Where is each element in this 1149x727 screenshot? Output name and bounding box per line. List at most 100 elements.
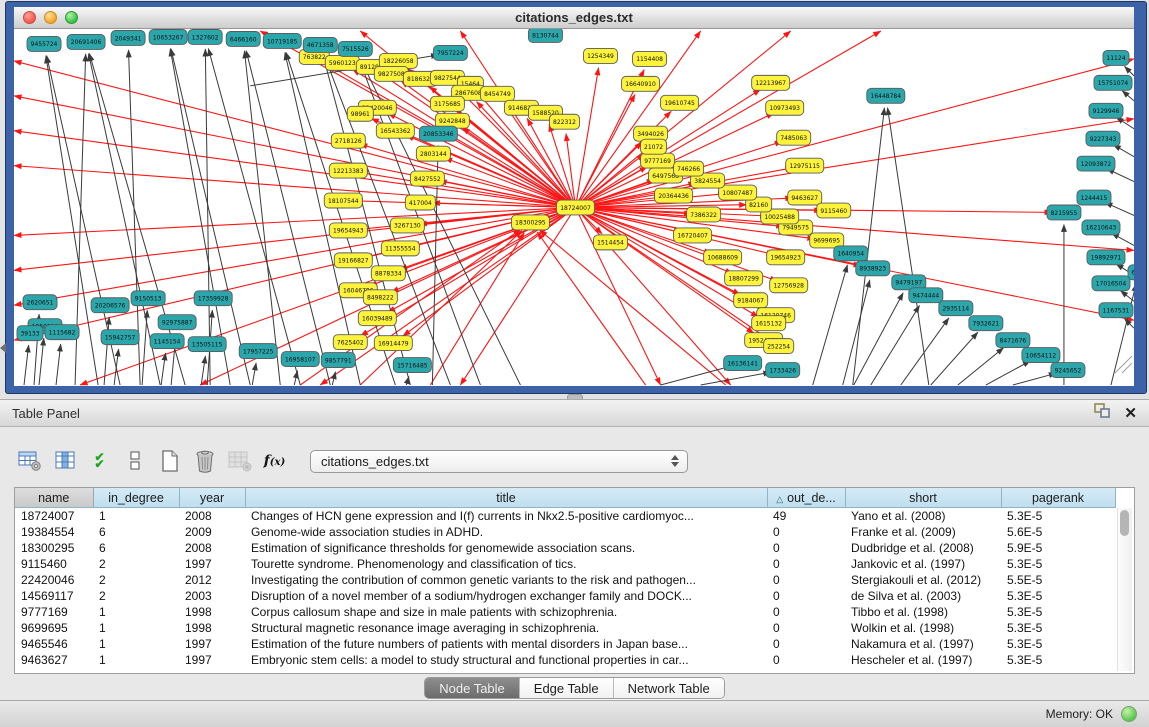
new-document-icon[interactable] bbox=[156, 448, 183, 475]
column-header-short[interactable]: short bbox=[845, 488, 1001, 508]
table-row[interactable]: 969969511998Structural magnetic resonanc… bbox=[15, 620, 1115, 636]
graph-node[interactable]: 9184067 bbox=[734, 293, 768, 308]
graph-node[interactable]: 9463627 bbox=[788, 190, 822, 205]
table-disabled-icon[interactable] bbox=[226, 448, 253, 475]
graph-node[interactable]: 1514454 bbox=[594, 235, 628, 250]
scrollbar-thumb[interactable] bbox=[1120, 510, 1129, 536]
graph-node[interactable]: 5960123 bbox=[325, 55, 359, 70]
trash-icon[interactable] bbox=[191, 448, 218, 475]
graph-node[interactable]: 2718126 bbox=[331, 133, 365, 148]
close-panel-icon[interactable]: ✕ bbox=[1124, 406, 1137, 421]
graph-node[interactable]: 12756928 bbox=[770, 278, 808, 293]
graph-node[interactable]: 6466160 bbox=[226, 31, 260, 46]
graph-node[interactable]: 417004 bbox=[405, 195, 435, 210]
graph-node[interactable]: 7515526 bbox=[338, 41, 372, 56]
graph-node[interactable]: 746266 bbox=[674, 161, 704, 176]
table-row[interactable]: 1872400712008Changes of HCN gene express… bbox=[15, 508, 1115, 525]
network-window-titlebar[interactable]: citations_edges.txt bbox=[14, 7, 1134, 29]
graph-node[interactable]: 16543362 bbox=[376, 123, 414, 138]
graph-node[interactable]: 10807487 bbox=[719, 185, 757, 200]
graph-node[interactable]: 12213967 bbox=[752, 75, 790, 90]
graph-node[interactable]: 7485063 bbox=[777, 130, 811, 145]
column-header-out_degree[interactable]: △out_de... bbox=[767, 488, 845, 508]
fx-icon[interactable]: f(x) bbox=[261, 448, 288, 475]
graph-node[interactable]: 10688609 bbox=[704, 250, 742, 265]
graph-node[interactable]: 2049341 bbox=[111, 30, 145, 45]
graph-node[interactable]: 39133 bbox=[17, 326, 43, 341]
graph-node[interactable]: 20206576 bbox=[91, 298, 129, 313]
graph-node[interactable]: 16914479 bbox=[374, 336, 412, 351]
table-row[interactable]: 911546021997Tourette syndrome. Phenomeno… bbox=[15, 556, 1115, 572]
graph-node[interactable]: 16720407 bbox=[674, 228, 712, 243]
graph-node[interactable]: 252254 bbox=[764, 339, 794, 354]
graph-node[interactable]: 9115460 bbox=[817, 203, 851, 218]
close-window-button[interactable] bbox=[23, 11, 36, 24]
graph-node[interactable]: 9474444 bbox=[909, 288, 943, 303]
graph-node[interactable]: 9227343 bbox=[1086, 131, 1120, 146]
graph-node[interactable]: 1733426 bbox=[766, 363, 800, 378]
graph-node[interactable]: 16210643 bbox=[1082, 220, 1120, 235]
graph-node[interactable]: 11124 bbox=[1103, 50, 1129, 65]
tab-network-table[interactable]: Network Table bbox=[613, 678, 724, 698]
table-gear-icon[interactable] bbox=[16, 448, 43, 475]
graph-node[interactable]: 7957224 bbox=[433, 45, 467, 60]
table-row[interactable]: 946554611997Estimation of the future num… bbox=[15, 636, 1115, 652]
column-header-pagerank[interactable]: pagerank bbox=[1001, 488, 1115, 508]
graph-node[interactable]: 9129946 bbox=[1089, 103, 1123, 118]
graph-node[interactable]: 4671358 bbox=[303, 37, 337, 52]
table-row[interactable]: 1456911722003Disruption of a novel membe… bbox=[15, 588, 1115, 604]
graph-node[interactable]: 8454749 bbox=[480, 86, 514, 101]
graph-node[interactable]: 20364436 bbox=[655, 188, 693, 203]
graph-node[interactable]: 1640954 bbox=[834, 246, 868, 261]
graph-node[interactable]: 2620651 bbox=[23, 295, 57, 310]
table-row[interactable]: 2242004622012Investigating the contribut… bbox=[15, 572, 1115, 588]
rows-icon[interactable] bbox=[121, 448, 148, 475]
graph-node[interactable]: 8427552 bbox=[410, 171, 444, 186]
graph-node[interactable]: 8215955 bbox=[1047, 205, 1081, 220]
graph-node[interactable]: 1115682 bbox=[45, 325, 79, 340]
graph-node[interactable]: 2935114 bbox=[939, 301, 973, 316]
graph-node[interactable]: 8130744 bbox=[528, 29, 562, 42]
graph-node[interactable]: 98961 bbox=[347, 106, 373, 121]
graph-node[interactable]: 12975115 bbox=[786, 158, 824, 173]
graph-node[interactable]: 12213383 bbox=[329, 163, 367, 178]
graph-node[interactable]: 17957225 bbox=[239, 344, 277, 359]
table-selector-dropdown[interactable]: citations_edges.txt bbox=[310, 450, 688, 473]
graph-node[interactable]: 3267130 bbox=[390, 218, 424, 233]
graph-node[interactable]: 19892971 bbox=[1087, 250, 1125, 265]
graph-node[interactable]: 1244415 bbox=[1077, 190, 1111, 205]
graph-node[interactable]: 15716485 bbox=[393, 358, 431, 373]
tab-edge-table[interactable]: Edge Table bbox=[519, 678, 613, 698]
graph-node[interactable]: 7386322 bbox=[687, 207, 721, 222]
graph-node[interactable]: 1254349 bbox=[584, 48, 618, 63]
graph-node[interactable]: 1145154 bbox=[150, 334, 184, 349]
table-row[interactable]: 946362711997Embryonic stem cells: a mode… bbox=[15, 652, 1115, 668]
graph-node[interactable]: 7625402 bbox=[333, 335, 367, 350]
graph-node[interactable]: 16448784 bbox=[867, 88, 905, 103]
graph-node[interactable]: 7932621 bbox=[969, 316, 1003, 331]
graph-node[interactable]: 18107544 bbox=[324, 193, 362, 208]
graph-node[interactable]: 9245652 bbox=[1051, 363, 1085, 378]
graph-node[interactable]: 9777169 bbox=[641, 153, 675, 168]
graph-node[interactable]: 9455724 bbox=[27, 36, 61, 51]
graph-node[interactable]: 13505115 bbox=[188, 337, 226, 352]
graph-node[interactable]: 9150513 bbox=[131, 291, 165, 306]
column-header-title[interactable]: title bbox=[245, 488, 767, 508]
graph-node[interactable]: 9857791 bbox=[321, 353, 355, 368]
graph-node[interactable]: 12093872 bbox=[1077, 156, 1115, 171]
graph-node[interactable]: 16640910 bbox=[622, 76, 660, 91]
graph-node[interactable]: 1615132 bbox=[752, 316, 786, 331]
graph-node[interactable]: 2803144 bbox=[416, 146, 450, 161]
graph-node[interactable]: 11355554 bbox=[381, 241, 419, 256]
graph-node[interactable]: 15751074 bbox=[1094, 75, 1132, 90]
graph-node[interactable]: 8471676 bbox=[996, 333, 1030, 348]
network-canvas[interactable]: 1872400776382259601238912951822605898275… bbox=[14, 29, 1134, 386]
column-header-year[interactable]: year bbox=[179, 488, 245, 508]
graph-node[interactable]: 15942757 bbox=[101, 330, 139, 345]
network-canvas-svg[interactable]: 1872400776382259601238912951822605898275… bbox=[14, 29, 1134, 386]
graph-node[interactable]: 3175685 bbox=[430, 96, 464, 111]
graph-node[interactable]: 16136141 bbox=[724, 356, 762, 371]
tab-node-table[interactable]: Node Table bbox=[425, 678, 519, 698]
zoom-window-button[interactable] bbox=[65, 11, 78, 24]
minimize-window-button[interactable] bbox=[44, 11, 57, 24]
